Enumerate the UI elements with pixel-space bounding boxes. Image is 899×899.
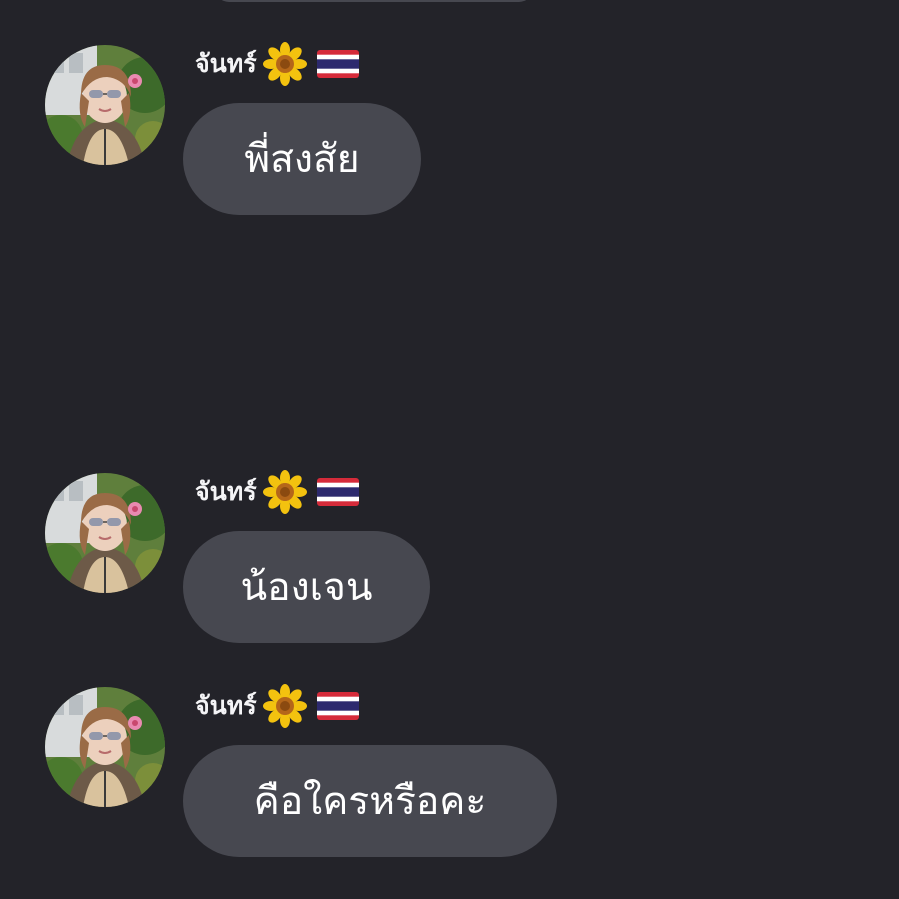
avatar[interactable] <box>45 473 165 593</box>
sender-name-row: จันทร์ <box>195 44 359 84</box>
sunflower-icon <box>263 684 307 728</box>
message-bubble[interactable]: คือใครหรือคะ <box>183 745 557 857</box>
message-bubble[interactable]: พี่สงสัย <box>183 103 421 215</box>
sender-name: จันทร์ <box>195 477 257 506</box>
thailand-flag-icon <box>317 50 359 78</box>
thailand-flag-icon <box>317 478 359 506</box>
message-text: น้องเจน <box>240 565 373 610</box>
previous-message-bubble[interactable] <box>215 0 533 2</box>
message-text: คือใครหรือคะ <box>253 779 487 824</box>
sender-name: จันทร์ <box>195 691 257 720</box>
message-text: พี่สงสัย <box>244 137 360 182</box>
message-bubble[interactable]: น้องเจน <box>183 531 430 643</box>
avatar[interactable] <box>45 687 165 807</box>
thailand-flag-icon <box>317 692 359 720</box>
sunflower-icon <box>263 470 307 514</box>
avatar[interactable] <box>45 45 165 165</box>
sunflower-icon <box>263 42 307 86</box>
sender-name-row: จันทร์ <box>195 686 359 726</box>
chat-thread: จันทร์ พี่สงสัย จันทร์ น้องเจน จันทร์ คื… <box>0 0 899 899</box>
sender-name: จันทร์ <box>195 49 257 78</box>
sender-name-row: จันทร์ <box>195 472 359 512</box>
